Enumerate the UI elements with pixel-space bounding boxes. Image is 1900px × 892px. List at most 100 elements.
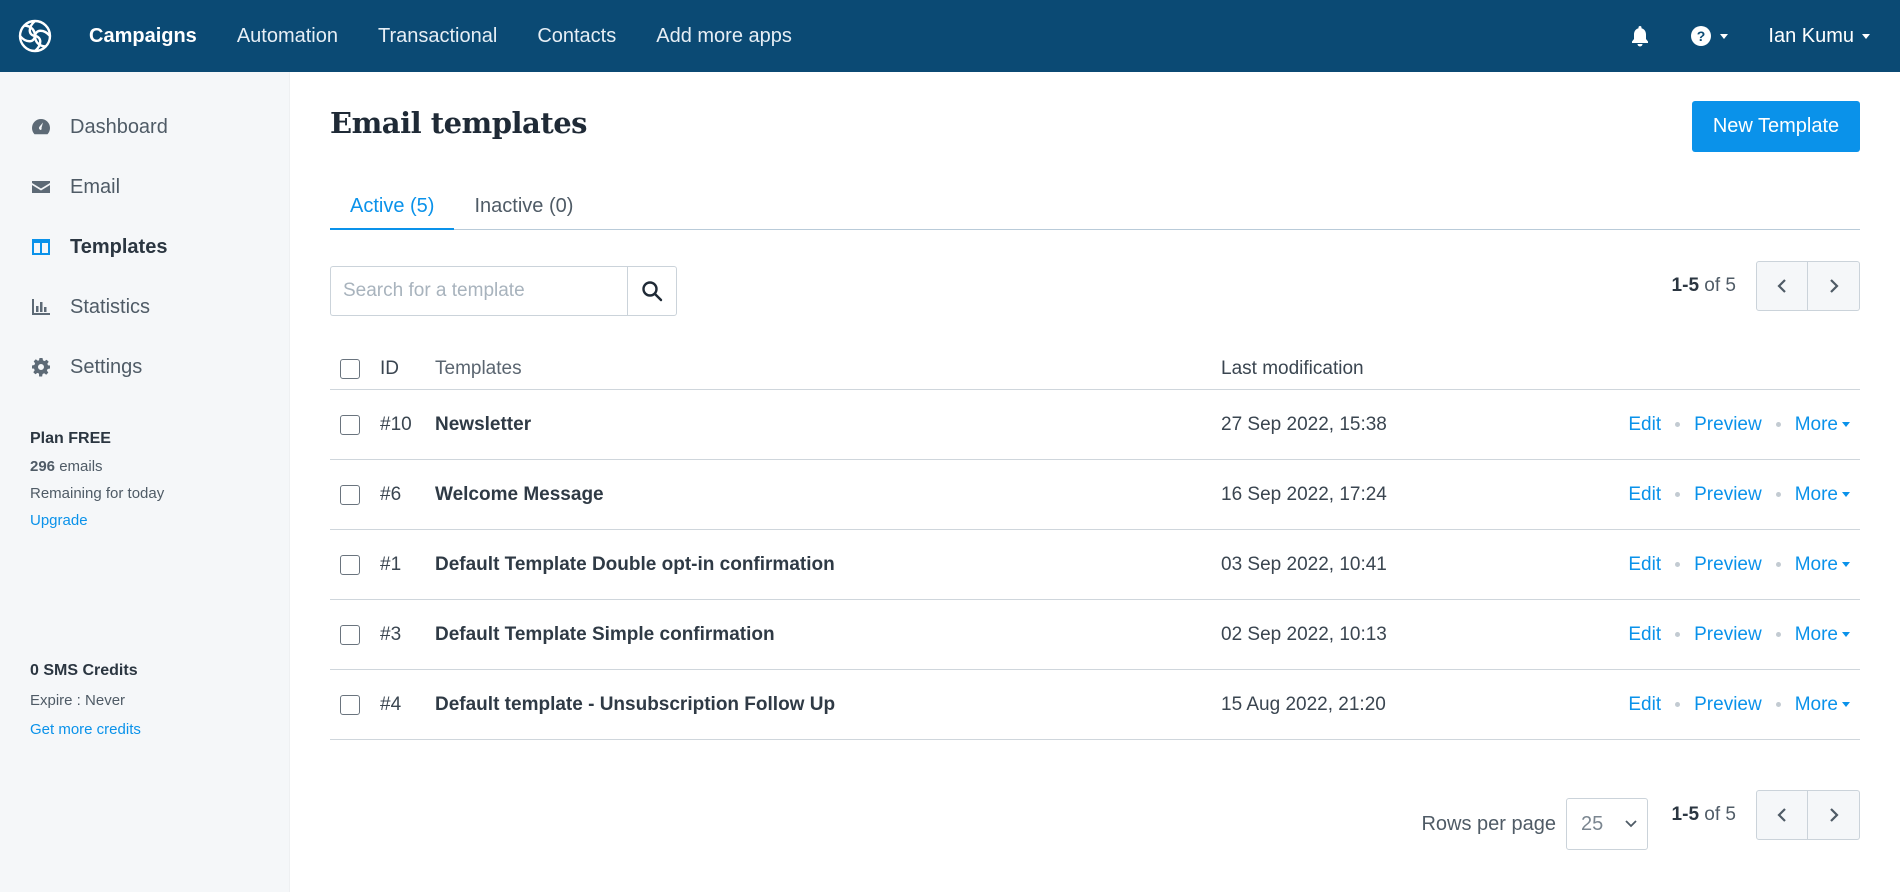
next-page-button[interactable] bbox=[1808, 790, 1860, 840]
dashboard-icon bbox=[30, 116, 52, 138]
search-input[interactable] bbox=[330, 266, 627, 316]
sidebar: Dashboard Email Templates Statistics Set… bbox=[0, 72, 290, 892]
separator-dot bbox=[1675, 422, 1681, 427]
sidebar-item-templates[interactable]: Templates bbox=[0, 217, 289, 277]
row-actions: Edit Preview More bbox=[1601, 554, 1860, 576]
pagination-bottom: 1-5 of 5 bbox=[1672, 790, 1860, 840]
search-button[interactable] bbox=[627, 266, 677, 316]
more-dropdown[interactable]: More bbox=[1795, 484, 1850, 506]
template-search bbox=[330, 266, 677, 316]
nav-contacts[interactable]: Contacts bbox=[537, 25, 616, 48]
main-content: Email templates New Template Active (5) … bbox=[330, 72, 1860, 892]
template-id: #6 bbox=[380, 483, 402, 505]
row-checkbox[interactable] bbox=[340, 694, 360, 715]
plan-title: Plan FREE bbox=[30, 430, 111, 447]
gear-icon bbox=[30, 356, 52, 378]
user-menu[interactable]: Ian Kumu bbox=[1768, 25, 1870, 48]
sidebar-menu: Dashboard Email Templates Statistics Set… bbox=[0, 72, 289, 397]
nav-transactional[interactable]: Transactional bbox=[378, 25, 497, 48]
template-date: 15 Aug 2022, 21:20 bbox=[1221, 693, 1386, 715]
more-dropdown[interactable]: More bbox=[1795, 624, 1850, 646]
sidebar-item-statistics[interactable]: Statistics bbox=[0, 277, 289, 337]
template-name: Default Template Double opt-in confirmat… bbox=[435, 553, 835, 575]
more-caret-icon bbox=[1842, 421, 1850, 427]
user-caret-icon bbox=[1862, 33, 1870, 39]
table-row: #10 Newsletter 27 Sep 2022, 15:38 Edit P… bbox=[330, 390, 1860, 460]
preview-link[interactable]: Preview bbox=[1694, 694, 1762, 716]
more-dropdown[interactable]: More bbox=[1795, 554, 1850, 576]
edit-link[interactable]: Edit bbox=[1628, 624, 1661, 646]
bar-chart-icon bbox=[30, 296, 52, 318]
edit-link[interactable]: Edit bbox=[1628, 414, 1661, 436]
tab-active[interactable]: Active (5) bbox=[330, 186, 455, 230]
next-page-button[interactable] bbox=[1808, 261, 1860, 311]
sidebar-item-dashboard[interactable]: Dashboard bbox=[0, 97, 289, 157]
get-more-credits-link[interactable]: Get more credits bbox=[30, 721, 141, 738]
template-tabs: Active (5) Inactive (0) bbox=[330, 186, 1860, 230]
notifications-bell-icon[interactable] bbox=[1630, 25, 1650, 47]
table-row: #1 Default Template Double opt-in confir… bbox=[330, 530, 1860, 600]
rows-per-page-label: Rows per page bbox=[1421, 812, 1556, 835]
preview-link[interactable]: Preview bbox=[1694, 414, 1762, 436]
sidebar-item-label: Templates bbox=[70, 235, 168, 258]
column-header-id: ID bbox=[380, 357, 399, 379]
separator-dot bbox=[1775, 702, 1781, 707]
edit-link[interactable]: Edit bbox=[1628, 694, 1661, 716]
pagination-total: of 5 bbox=[1699, 804, 1736, 825]
pagination-count: 1-5 of 5 bbox=[1672, 804, 1736, 826]
separator-dot bbox=[1675, 702, 1681, 707]
row-checkbox[interactable] bbox=[340, 554, 360, 575]
tab-inactive[interactable]: Inactive (0) bbox=[454, 186, 593, 230]
brand-logo-icon[interactable] bbox=[15, 16, 55, 56]
rows-per-page: Rows per page 25 bbox=[1421, 798, 1648, 850]
row-checkbox[interactable] bbox=[340, 414, 360, 435]
template-id: #4 bbox=[380, 693, 402, 715]
more-label: More bbox=[1794, 623, 1838, 645]
more-caret-icon bbox=[1842, 631, 1850, 637]
more-dropdown[interactable]: More bbox=[1795, 414, 1850, 436]
help-icon[interactable]: ? bbox=[1690, 25, 1729, 47]
help-caret-icon bbox=[1720, 33, 1729, 39]
plan-info: Plan FREE 296 emails Remaining for today… bbox=[30, 430, 164, 539]
row-checkbox[interactable] bbox=[340, 624, 360, 645]
chevron-down-icon bbox=[1625, 820, 1637, 828]
sidebar-item-label: Statistics bbox=[70, 295, 151, 318]
select-all-checkbox[interactable] bbox=[340, 358, 360, 379]
nav-add-more-apps[interactable]: Add more apps bbox=[656, 25, 792, 48]
more-caret-icon bbox=[1842, 491, 1850, 497]
separator-dot bbox=[1775, 632, 1781, 637]
previous-page-button[interactable] bbox=[1756, 790, 1808, 840]
nav-automation[interactable]: Automation bbox=[237, 25, 338, 48]
pagination-top: 1-5 of 5 bbox=[1672, 261, 1860, 311]
row-checkbox[interactable] bbox=[340, 484, 360, 505]
nav-campaigns[interactable]: Campaigns bbox=[89, 25, 197, 48]
templates-table: ID Templates Last modification #10 Newsl… bbox=[330, 348, 1860, 740]
preview-link[interactable]: Preview bbox=[1694, 484, 1762, 506]
row-actions: Edit Preview More bbox=[1601, 484, 1860, 506]
new-template-button[interactable]: New Template bbox=[1692, 101, 1860, 152]
more-label: More bbox=[1794, 553, 1838, 575]
separator-dot bbox=[1775, 492, 1781, 497]
row-actions: Edit Preview More bbox=[1601, 694, 1860, 716]
separator-dot bbox=[1775, 562, 1781, 567]
table-row: #6 Welcome Message 16 Sep 2022, 17:24 Ed… bbox=[330, 460, 1860, 530]
preview-link[interactable]: Preview bbox=[1694, 554, 1762, 576]
more-dropdown[interactable]: More bbox=[1795, 694, 1850, 716]
template-name: Newsletter bbox=[435, 413, 532, 435]
preview-link[interactable]: Preview bbox=[1694, 624, 1762, 646]
rows-per-page-select[interactable]: 25 bbox=[1566, 798, 1648, 850]
previous-page-button[interactable] bbox=[1756, 261, 1808, 311]
edit-link[interactable]: Edit bbox=[1628, 554, 1661, 576]
sidebar-item-email[interactable]: Email bbox=[0, 157, 289, 217]
template-date: 02 Sep 2022, 10:13 bbox=[1221, 623, 1387, 645]
upgrade-link[interactable]: Upgrade bbox=[30, 512, 88, 529]
emails-label: emails bbox=[55, 458, 103, 475]
rows-per-page-value: 25 bbox=[1581, 812, 1604, 835]
sms-credits-info: 0 SMS Credits Expire : Never Get more cr… bbox=[30, 662, 141, 750]
sidebar-item-settings[interactable]: Settings bbox=[0, 337, 289, 397]
separator-dot bbox=[1675, 492, 1681, 497]
table-row: #3 Default Template Simple confirmation … bbox=[330, 600, 1860, 670]
template-id: #1 bbox=[380, 553, 402, 575]
more-caret-icon bbox=[1842, 561, 1850, 567]
edit-link[interactable]: Edit bbox=[1628, 484, 1661, 506]
